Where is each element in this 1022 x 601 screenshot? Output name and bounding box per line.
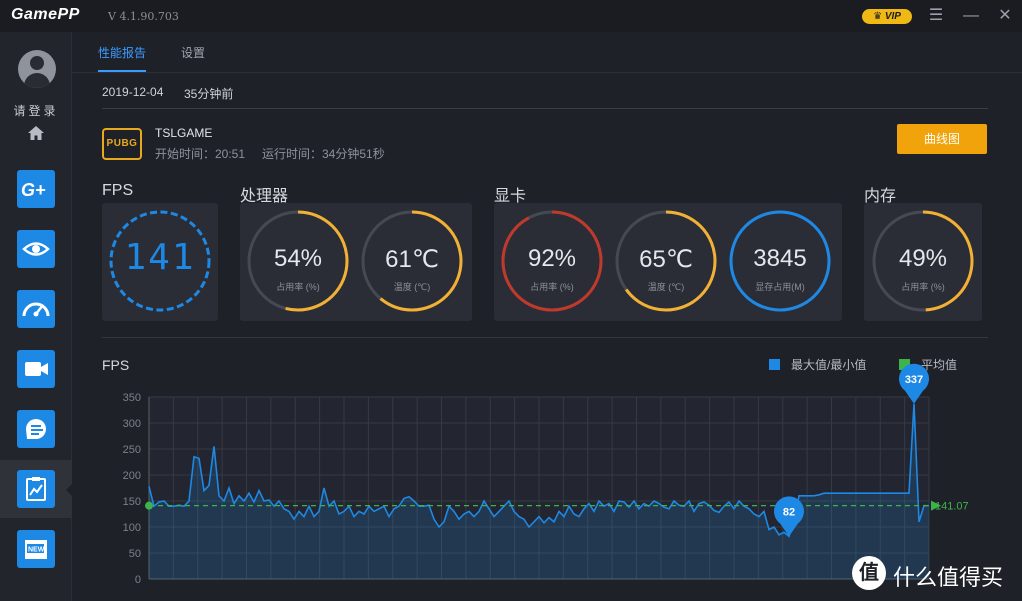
g-plus-glyph: G+ bbox=[21, 180, 46, 200]
fps-value: 141 bbox=[124, 237, 196, 278]
fps-section-label: FPS bbox=[102, 182, 134, 199]
title-bar: GamePP V 4.1.90.703 ♛ VIP ☰ — ✕ bbox=[0, 0, 1022, 32]
gpu-vram-label: 显存占用(M) bbox=[755, 282, 805, 292]
session-date: 2019-12-04 bbox=[102, 85, 164, 99]
minimize-button[interactable]: — bbox=[959, 4, 983, 28]
close-button[interactable]: ✕ bbox=[993, 4, 1017, 28]
gpu-vram-value: 3845 bbox=[753, 245, 807, 272]
average-start-dot bbox=[145, 501, 153, 510]
app-version: V 4.1.90.703 bbox=[108, 10, 179, 23]
gpu-temp-gauge: 65℃ 温度 (℃) bbox=[614, 209, 718, 313]
sidebar-item-chat[interactable] bbox=[0, 400, 72, 458]
news-glyph: NEW bbox=[25, 540, 47, 559]
y-tick-label: 250 bbox=[123, 444, 141, 456]
vip-badge[interactable]: ♛ VIP bbox=[862, 9, 912, 24]
sidebar-item-report[interactable] bbox=[0, 460, 73, 518]
login-link[interactable]: 请登录 bbox=[0, 102, 72, 119]
avatar[interactable] bbox=[18, 50, 56, 88]
report-glyph bbox=[26, 477, 46, 501]
menu-icon[interactable]: ☰ bbox=[924, 4, 948, 28]
gpu-usage-gauge: 92% 占用率 (%) bbox=[500, 209, 604, 313]
sidebar-item-speedometer[interactable] bbox=[0, 280, 72, 338]
gpu-temp-label: 温度 (℃) bbox=[647, 282, 685, 292]
min-marker-label: 82 bbox=[783, 506, 795, 518]
sidebar-item-camera[interactable] bbox=[0, 340, 72, 398]
home-icon[interactable] bbox=[28, 126, 44, 140]
y-tick-label: 300 bbox=[123, 418, 141, 430]
camera-icon bbox=[17, 350, 55, 388]
session-ago: 35分钟前 bbox=[184, 87, 234, 101]
gpu-panel: 92% 占用率 (%) 65℃ 温度 (℃) 3845 显存占用(M) bbox=[494, 203, 842, 321]
y-tick-label: 150 bbox=[123, 496, 141, 508]
average-value-label: 141.07 bbox=[935, 501, 969, 513]
game-start-time: 开始时间：20:51 bbox=[155, 147, 246, 161]
curve-chart-button[interactable]: 曲线图 bbox=[897, 124, 987, 154]
game-run-time: 运行时间：34分钟51秒 bbox=[262, 147, 385, 161]
cpu-temp-value: 61℃ bbox=[385, 246, 439, 273]
sidebar-item-news[interactable]: NEW bbox=[0, 520, 72, 578]
g-plus-text: G+ bbox=[21, 180, 46, 200]
gpu-vram-gauge: 3845 显存占用(M) bbox=[728, 209, 832, 313]
cpu-temp-label: 温度 (℃) bbox=[393, 282, 431, 292]
gpu-usage-label: 占用率 (%) bbox=[530, 282, 574, 292]
y-tick-label: 100 bbox=[123, 522, 141, 534]
cpu-temp-gauge: 61℃ 温度 (℃) bbox=[360, 209, 464, 313]
avatar-body bbox=[24, 73, 50, 88]
memory-usage-value: 49% bbox=[898, 245, 948, 272]
stats-divider bbox=[102, 337, 988, 338]
header-divider bbox=[102, 108, 988, 109]
max-marker-label: 337 bbox=[905, 374, 923, 386]
watermark-logo: 值 bbox=[852, 556, 886, 590]
watermark-text: 什么值得买 bbox=[893, 565, 1004, 590]
eye-glyph bbox=[22, 242, 50, 256]
news-label: NEW bbox=[28, 547, 45, 554]
y-tick-label: 0 bbox=[135, 574, 141, 586]
gpu-usage-value: 92% bbox=[527, 245, 577, 272]
sidebar-item-eye[interactable] bbox=[0, 220, 72, 278]
memory-usage-label: 占用率 (%) bbox=[901, 282, 945, 292]
chat-icon bbox=[17, 410, 55, 448]
cpu-usage-value: 54% bbox=[273, 245, 323, 272]
vip-label: VIP bbox=[884, 11, 901, 22]
speedometer-icon bbox=[17, 290, 55, 328]
memory-usage-gauge: 49% 占用率 (%) bbox=[871, 209, 975, 313]
gamepp-window: GamePP V 4.1.90.703 ♛ VIP ☰ — ✕ 请登录 G+ N… bbox=[0, 0, 1022, 601]
cpu-panel: 54% 占用率 (%) 61℃ 温度 (℃) bbox=[240, 203, 472, 321]
tab-settings[interactable]: 设置 bbox=[181, 44, 205, 61]
cpu-usage-label: 占用率 (%) bbox=[276, 282, 320, 292]
cpu-usage-gauge: 54% 占用率 (%) bbox=[246, 209, 350, 313]
game-name: TSLGAME bbox=[155, 126, 213, 140]
main-content: 性能报告 设置 2019-12-04 35分钟前 PUBG TSLGAME 开始… bbox=[72, 32, 1022, 601]
eye-icon bbox=[17, 230, 55, 268]
fps-gauge: 141 bbox=[108, 209, 212, 313]
gpu-temp-value: 65℃ bbox=[639, 246, 693, 273]
camera-glyph bbox=[25, 362, 48, 376]
memory-panel: 49% 占用率 (%) bbox=[864, 203, 982, 321]
avatar-head bbox=[30, 56, 44, 70]
y-tick-label: 50 bbox=[129, 548, 141, 560]
news-icon: NEW bbox=[17, 530, 55, 568]
fps-panel: 141 bbox=[102, 203, 218, 321]
app-logo: GamePP bbox=[11, 6, 80, 23]
y-tick-label: 200 bbox=[123, 470, 141, 482]
sidebar-item-g-plus[interactable]: G+ bbox=[0, 160, 72, 218]
crown-icon: ♛ bbox=[873, 11, 883, 22]
sidebar: 请登录 G+ NEW bbox=[0, 32, 73, 601]
y-tick-label: 350 bbox=[123, 392, 141, 404]
g-plus-icon: G+ bbox=[17, 170, 55, 208]
chat-glyph bbox=[26, 419, 46, 439]
speedometer-glyph bbox=[22, 302, 50, 317]
pubg-logo: PUBG bbox=[102, 128, 142, 160]
report-icon bbox=[17, 470, 55, 508]
tab-performance-report[interactable]: 性能报告 bbox=[98, 44, 146, 61]
tabs-divider bbox=[72, 72, 1022, 73]
